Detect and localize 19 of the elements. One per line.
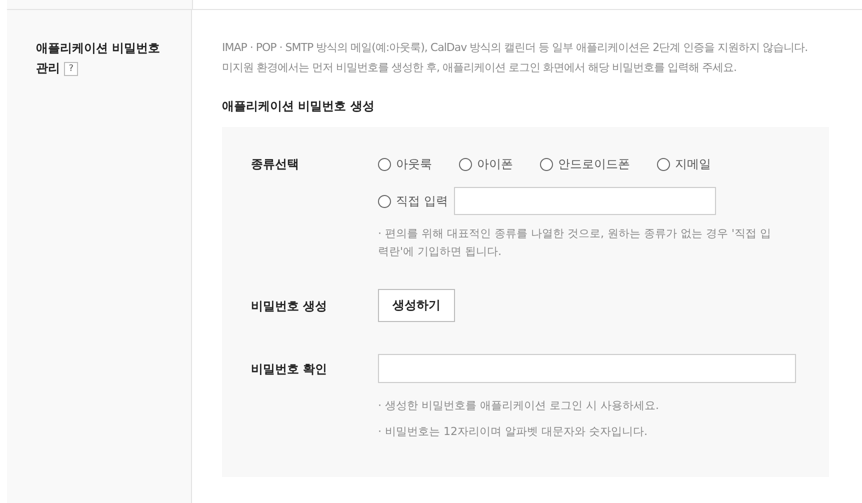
help-button[interactable]: ? xyxy=(64,62,78,76)
radio-option[interactable]: 지메일 xyxy=(657,155,711,173)
generate-button[interactable]: 생성하기 xyxy=(378,289,455,322)
custom-type-field[interactable] xyxy=(454,187,716,215)
radio-option[interactable]: 안드로이드폰 xyxy=(540,155,630,173)
field-label: 비밀번호 생성 xyxy=(251,298,328,314)
password-field[interactable] xyxy=(378,354,796,383)
description-text: 미지원 환경에서는 먼저 비밀번호를 생성한 후, 애플리케이션 로그인 화면에서 해당 비밀번호를 입력해 주세요. xyxy=(222,60,738,76)
section-title: 애플리케이션 비밀번호 관리 ? xyxy=(36,40,162,78)
hint-text: · 비밀번호는 12자리이며 알파벳 대문자와 숫자입니다. xyxy=(378,424,648,440)
radio-option[interactable]: 직접 입력 xyxy=(378,192,448,210)
subtitle: 애플리케이션 비밀번호 생성 xyxy=(222,98,376,115)
field-label: 비밀번호 확인 xyxy=(251,360,328,378)
hint-text: · 편의를 위해 대표적인 종류를 나열한 것으로, 원하는 종류가 없는 경우 '직접 입력란'에 기입하면 됩니다. xyxy=(378,226,772,260)
radio-option[interactable]: 아이폰 xyxy=(459,155,513,173)
description-text: IMAP · POP · SMTP 방식의 메일(예:아웃룩), CalDav 방식의 캘린더 등 일부 애플리케이션은 2단계 인증을 지원하지 않습니다. xyxy=(222,40,809,56)
radio-option[interactable]: 아웃룩 xyxy=(378,155,432,173)
hint-text: · 생성한 비밀번호를 애플리케이션 로그인 시 사용하세요. xyxy=(378,398,660,414)
field-label: 종류선택 xyxy=(251,156,300,173)
